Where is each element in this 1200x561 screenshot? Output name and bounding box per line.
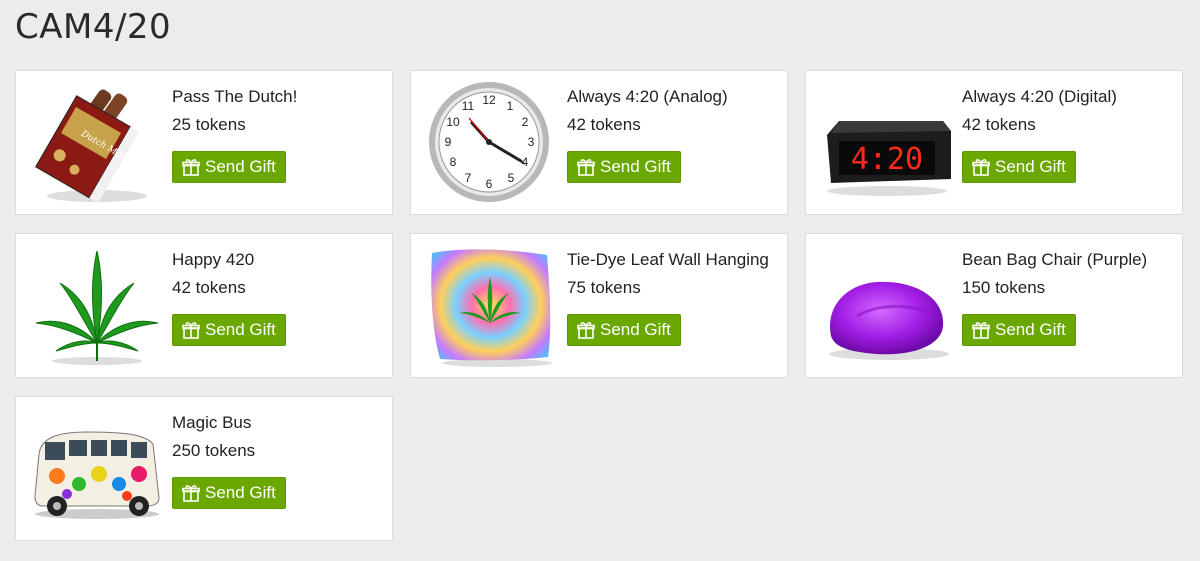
gift-icon — [972, 159, 990, 176]
gift-price: 42 tokens — [962, 115, 1036, 134]
gift-icon — [577, 322, 595, 339]
gift-price: 25 tokens — [172, 115, 246, 134]
gift-price: 42 tokens — [172, 278, 246, 297]
gift-icon — [577, 159, 595, 176]
svg-text:5: 5 — [507, 171, 514, 185]
send-gift-label: Send Gift — [205, 157, 276, 176]
gift-name: Magic Bus — [172, 413, 252, 432]
gift-icon — [182, 485, 200, 502]
gift-card: 12 1 2 345 678 9 10 11 Always 4:20 (Analog) … — [410, 70, 788, 215]
gift-grid: Dutch Masters Pass The Dutch! 25 tokens … — [0, 0, 1200, 561]
svg-text:1: 1 — [506, 99, 513, 113]
gift-icon — [182, 322, 200, 339]
hippie-van-icon — [24, 403, 169, 534]
gift-icon — [972, 322, 990, 339]
leaf-icon — [24, 240, 169, 371]
send-gift-button[interactable]: Send Gift — [172, 151, 286, 183]
svg-text:3: 3 — [527, 135, 534, 149]
svg-text:11: 11 — [461, 99, 474, 113]
gift-card: Dutch Masters Pass The Dutch! 25 tokens … — [15, 70, 393, 215]
gift-icon — [182, 159, 200, 176]
gift-card: Tie-Dye Leaf Wall Hanging 75 tokens Send… — [410, 233, 788, 378]
gift-card: Magic Bus 250 tokens Send Gift — [15, 396, 393, 541]
send-gift-button[interactable]: Send Gift — [962, 314, 1076, 346]
send-gift-button[interactable]: Send Gift — [567, 314, 681, 346]
send-gift-button[interactable]: Send Gift — [962, 151, 1076, 183]
gift-card: 4:20 Always 4:20 (Digital) 42 tokens Sen… — [805, 70, 1183, 215]
svg-text:6: 6 — [485, 177, 492, 191]
send-gift-label: Send Gift — [995, 157, 1066, 176]
gift-price: 150 tokens — [962, 278, 1046, 297]
gift-name: Always 4:20 (Analog) — [567, 87, 728, 106]
gift-price: 250 tokens — [172, 441, 256, 460]
svg-text:2: 2 — [521, 115, 528, 129]
svg-text:12: 12 — [482, 93, 496, 107]
svg-text:9: 9 — [444, 135, 451, 149]
tie-dye-tapestry-icon — [419, 240, 564, 371]
send-gift-button[interactable]: Send Gift — [172, 477, 286, 509]
gift-price: 75 tokens — [567, 278, 641, 297]
send-gift-button[interactable]: Send Gift — [567, 151, 681, 183]
gift-name: Happy 420 — [172, 250, 255, 269]
gift-card: Happy 420 42 tokens Send Gift — [15, 233, 393, 378]
cigar-box-icon: Dutch Masters — [24, 77, 169, 208]
send-gift-label: Send Gift — [600, 157, 671, 176]
gift-name: Always 4:20 (Digital) — [962, 87, 1117, 106]
bean-bag-icon — [814, 240, 959, 371]
svg-text:8: 8 — [449, 155, 456, 169]
svg-text:10: 10 — [446, 115, 460, 129]
analog-clock-icon: 12 1 2 345 678 9 10 11 — [419, 77, 564, 208]
digital-clock-time: 4:20 — [850, 142, 922, 177]
send-gift-button[interactable]: Send Gift — [172, 314, 286, 346]
send-gift-label: Send Gift — [600, 320, 671, 339]
send-gift-label: Send Gift — [205, 320, 276, 339]
send-gift-label: Send Gift — [205, 483, 276, 502]
gift-card: Bean Bag Chair (Purple) 150 tokens Send … — [805, 233, 1183, 378]
gift-name: Tie-Dye Leaf Wall Hanging — [567, 250, 769, 269]
gift-name: Bean Bag Chair (Purple) — [962, 250, 1148, 269]
send-gift-label: Send Gift — [995, 320, 1066, 339]
gift-name: Pass The Dutch! — [172, 87, 298, 106]
svg-text:7: 7 — [464, 171, 471, 185]
gift-price: 42 tokens — [567, 115, 641, 134]
digital-alarm-clock-icon: 4:20 — [814, 77, 959, 208]
